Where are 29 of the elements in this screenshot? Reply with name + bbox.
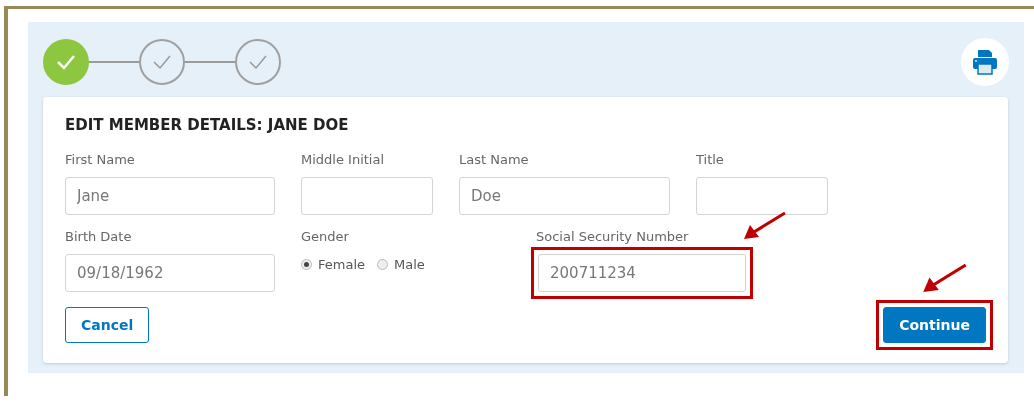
radio-label: Female — [318, 257, 365, 272]
text-field[interactable]: Jane — [65, 177, 275, 215]
text-field[interactable]: 200711234 — [538, 254, 746, 292]
radio-button[interactable] — [377, 259, 388, 270]
text-field[interactable] — [301, 177, 433, 215]
text-field[interactable]: Doe — [459, 177, 670, 215]
annotation-arrow — [744, 212, 786, 240]
text-field[interactable] — [696, 177, 828, 215]
radio-option[interactable]: Male — [377, 257, 425, 272]
radio-button[interactable] — [301, 259, 312, 270]
check-icon — [248, 54, 268, 70]
check-icon — [152, 54, 172, 70]
print-icon — [971, 48, 999, 76]
check-icon — [56, 54, 76, 70]
continue-button[interactable]: Continue — [883, 307, 986, 343]
cancel-button[interactable]: Cancel — [65, 307, 150, 343]
field-label: Last Name — [459, 152, 530, 169]
form-title: EDIT MEMBER DETAILS: JANE DOE — [65, 116, 350, 134]
annotation-arrow — [923, 264, 968, 293]
field-label: First Name — [65, 152, 136, 169]
radio-option[interactable]: Female — [301, 257, 365, 272]
field-label: Birth Date — [65, 229, 133, 246]
field-label: Social Security Number — [536, 229, 690, 246]
field-label: Gender — [301, 229, 350, 246]
field-label: Title — [696, 152, 725, 169]
radio-label: Male — [394, 257, 425, 272]
date-field[interactable]: 09/18/1962 — [65, 254, 275, 292]
field-label: Middle Initial — [301, 152, 386, 169]
print-button[interactable] — [961, 38, 1009, 86]
